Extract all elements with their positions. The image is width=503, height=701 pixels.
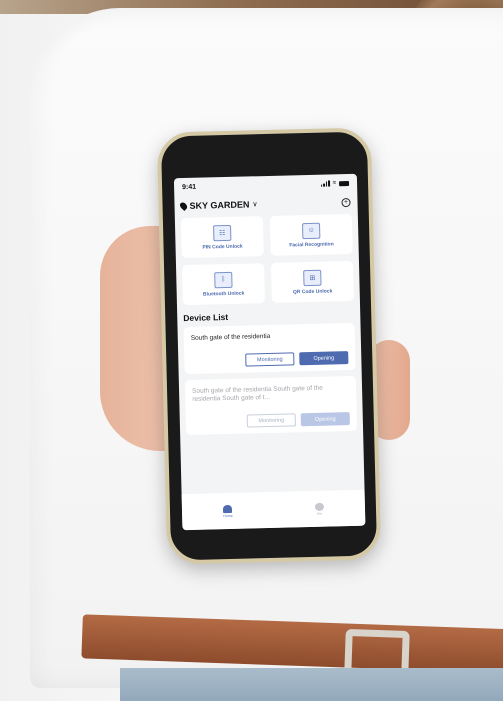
location-pin-icon	[178, 201, 189, 211]
tab-me[interactable]: Me	[314, 502, 324, 516]
tab-label: Home	[223, 513, 233, 518]
device-actions: Monitoring Opening	[191, 351, 349, 368]
app-screen: 9:41 ≈ SKY GARDEN ∨ + ☷ PIN Code Unlock	[173, 173, 366, 531]
tab-home[interactable]: Home	[223, 504, 233, 518]
facial-recognition-card[interactable]: ☺ Facial Recognition	[269, 213, 353, 256]
add-circle-icon[interactable]: +	[341, 197, 351, 207]
monitoring-button[interactable]: Monitoring	[246, 413, 296, 428]
device-card-disabled: South gate of the residentia South gate …	[184, 376, 358, 436]
card-label: Bluetooth Unlock	[202, 290, 245, 298]
qr-code-unlock-card[interactable]: ⊞ QR Code Unlock	[270, 260, 354, 303]
device-name: South gate of the residentia South gate …	[192, 384, 323, 404]
card-label: QR Code Unlock	[292, 287, 333, 295]
bottom-tab-bar: Home Me	[181, 489, 366, 531]
card-label: Facial Recognition	[289, 240, 334, 248]
profile-icon	[314, 502, 324, 511]
keypad-icon: ☷	[213, 224, 232, 241]
status-time: 9:41	[182, 183, 197, 191]
opening-button[interactable]: Opening	[300, 412, 350, 427]
monitoring-button[interactable]: Monitoring	[245, 352, 295, 367]
community-selector[interactable]: SKY GARDEN ∨	[178, 199, 258, 211]
smartphone: 9:41 ≈ SKY GARDEN ∨ + ☷ PIN Code Unlock	[156, 127, 382, 565]
device-name: South gate of the residentia	[190, 332, 271, 342]
opening-button[interactable]: Opening	[299, 351, 349, 366]
pin-code-unlock-card[interactable]: ☷ PIN Code Unlock	[180, 216, 264, 259]
home-icon	[223, 504, 233, 513]
battery-icon	[338, 180, 350, 186]
unlock-methods-grid: ☷ PIN Code Unlock ☺ Facial Recognition ᛒ…	[175, 212, 360, 307]
bluetooth-unlock-card[interactable]: ᛒ Bluetooth Unlock	[181, 263, 265, 306]
chevron-down-icon: ∨	[252, 201, 258, 209]
signal-icon	[320, 180, 330, 187]
tab-label: Me	[316, 511, 322, 516]
face-icon: ☺	[301, 222, 321, 239]
status-icons: ≈	[320, 180, 350, 187]
device-card: South gate of the residentia Monitoring …	[183, 322, 356, 375]
qr-code-icon: ⊞	[303, 269, 322, 286]
jeans	[120, 668, 503, 701]
bluetooth-icon: ᛒ	[214, 271, 233, 288]
card-label: PIN Code Unlock	[202, 243, 243, 251]
device-actions: Monitoring Opening	[193, 412, 350, 429]
wifi-icon: ≈	[332, 180, 337, 187]
community-name: SKY GARDEN	[189, 199, 250, 211]
